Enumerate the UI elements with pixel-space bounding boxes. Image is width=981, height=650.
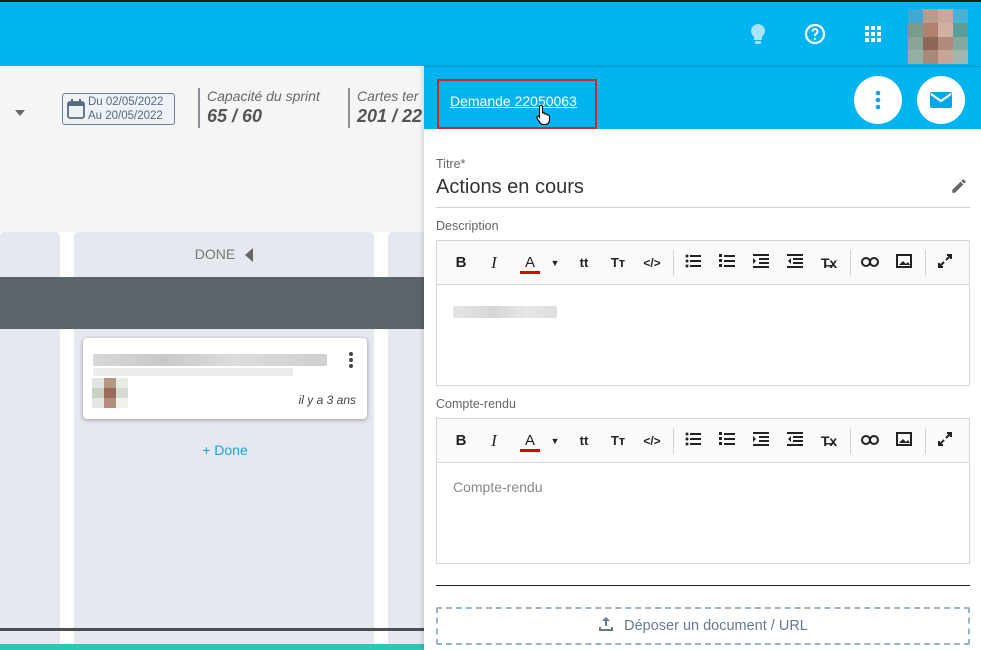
outdent-icon[interactable]	[785, 254, 805, 272]
kanban-board: DONE il y a 3 ans + Done	[0, 232, 428, 650]
sprint-cards: Cartes ter 201 / 22	[348, 88, 422, 128]
bullet-list-icon[interactable]	[683, 254, 703, 272]
toolbar-divider	[673, 428, 674, 454]
upload-icon	[599, 617, 614, 631]
fullscreen-icon[interactable]	[935, 254, 955, 272]
section-divider	[436, 585, 970, 586]
clear-format-icon[interactable]: T̶x	[819, 432, 839, 450]
card-detail-panel: Demande 22050063 Titre* Actions en cours…	[424, 66, 981, 650]
request-link[interactable]: Demande 22050063	[450, 93, 577, 109]
italic-icon[interactable]: I	[484, 254, 504, 272]
sprint-date-from: Du 02/05/2022	[88, 96, 164, 108]
font-color-dropdown-icon[interactable]: ▼	[545, 432, 565, 450]
font-color-icon[interactable]: A	[520, 254, 540, 274]
font-color-icon[interactable]: A	[520, 432, 540, 452]
font-size-icon[interactable]: tt	[574, 432, 594, 450]
bullet-list-icon[interactable]	[683, 432, 703, 450]
app-topbar	[0, 0, 981, 66]
card-subtitle-blurred	[93, 368, 293, 376]
panel-header: Demande 22050063	[424, 66, 981, 129]
link-icon[interactable]	[860, 432, 880, 450]
description-text-blurred	[453, 306, 557, 318]
text-case-icon[interactable]: Tт	[608, 254, 628, 272]
indent-icon[interactable]	[751, 432, 771, 450]
upload-dropzone[interactable]: Déposer un document / URL	[436, 607, 970, 645]
indent-icon[interactable]	[751, 254, 771, 272]
numbered-list-icon[interactable]	[717, 432, 737, 450]
card-age: il y a 3 ans	[298, 393, 356, 407]
description-label: Description	[436, 219, 499, 233]
text-case-icon[interactable]: Tт	[608, 432, 628, 450]
help-icon[interactable]	[803, 22, 827, 46]
cards-label: Cartes ter	[357, 88, 419, 104]
clear-format-icon[interactable]: T̶x	[819, 254, 839, 272]
bold-icon[interactable]: B	[451, 432, 471, 450]
lightbulb-icon[interactable]	[746, 22, 770, 46]
description-editor: B I A ▼ tt Tт </> T̶x	[436, 240, 970, 386]
send-mail-button[interactable]	[917, 76, 965, 124]
apps-grid-icon[interactable]	[861, 22, 885, 46]
description-toolbar: B I A ▼ tt Tт </> T̶x	[437, 241, 969, 285]
report-editor: B I A ▼ tt Tт </> T̶x Compte-rendu	[436, 418, 970, 564]
swimlane-header	[0, 277, 425, 329]
board-bottom-bar	[0, 644, 425, 650]
title-field[interactable]: Actions en cours	[436, 176, 584, 199]
board-scroll-edge	[0, 628, 425, 631]
title-underline	[436, 207, 970, 208]
description-content[interactable]	[437, 285, 969, 385]
image-icon[interactable]	[894, 254, 914, 272]
more-options-button[interactable]	[854, 76, 902, 124]
card-menu-icon[interactable]	[349, 352, 353, 370]
toolbar-divider	[850, 250, 851, 276]
report-placeholder: Compte-rendu	[453, 479, 543, 495]
more-vert-icon	[875, 90, 881, 110]
card-assignee-avatar	[92, 378, 128, 408]
column-title: DONE	[194, 246, 236, 262]
code-icon[interactable]: </>	[642, 254, 662, 272]
add-card-button[interactable]: + Done	[83, 442, 367, 458]
toolbar-divider	[850, 428, 851, 454]
sprint-capacity: Capacité du sprint 65 / 60	[198, 88, 320, 128]
title-label: Titre*	[436, 157, 466, 171]
report-content[interactable]: Compte-rendu	[437, 463, 969, 563]
collapse-arrow-icon[interactable]	[245, 248, 254, 263]
sprint-date-to: Au 20/05/2022	[88, 110, 163, 122]
toolbar-divider	[673, 250, 674, 276]
cards-value: 201 / 22	[357, 106, 423, 126]
italic-icon[interactable]: I	[484, 432, 504, 450]
code-icon[interactable]: </>	[642, 432, 662, 450]
fullscreen-icon[interactable]	[935, 432, 955, 450]
upload-label: Déposer un document / URL	[624, 618, 808, 634]
column-header-done[interactable]: DONE	[74, 232, 374, 276]
font-size-icon[interactable]: tt	[574, 254, 594, 272]
calendar-icon	[67, 99, 85, 119]
toolbar-divider	[925, 428, 926, 454]
link-icon[interactable]	[860, 254, 880, 272]
report-toolbar: B I A ▼ tt Tт </> T̶x	[437, 419, 969, 463]
bold-icon[interactable]: B	[451, 254, 471, 272]
mail-icon	[930, 92, 952, 108]
pencil-icon[interactable]	[950, 177, 968, 195]
cursor-hand-icon	[536, 104, 551, 126]
request-link-highlight: Demande 22050063	[437, 79, 597, 129]
capacity-label: Capacité du sprint	[207, 88, 320, 104]
sprint-select-caret[interactable]	[15, 110, 25, 116]
kanban-card[interactable]: il y a 3 ans	[83, 338, 367, 419]
font-color-dropdown-icon[interactable]: ▼	[545, 254, 565, 272]
user-avatar[interactable]	[908, 9, 968, 64]
numbered-list-icon[interactable]	[717, 254, 737, 272]
outdent-icon[interactable]	[785, 432, 805, 450]
toolbar-divider	[925, 250, 926, 276]
card-title-blurred	[93, 354, 327, 366]
image-icon[interactable]	[894, 432, 914, 450]
sprint-date-range[interactable]: Du 02/05/2022 Au 20/05/2022	[62, 93, 175, 125]
capacity-value: 65 / 60	[207, 106, 263, 126]
report-label: Compte-rendu	[436, 397, 516, 411]
